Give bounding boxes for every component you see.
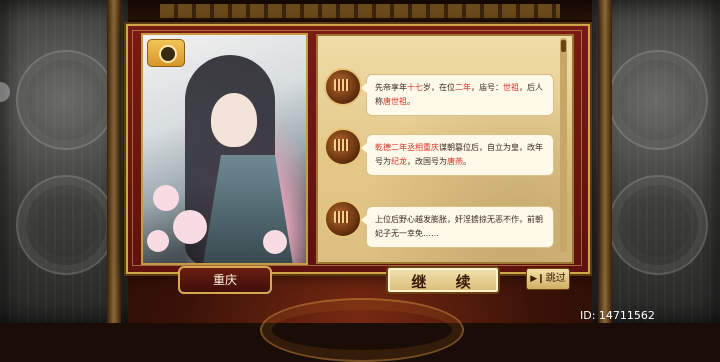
character-name-plate: 重庆 xyxy=(178,266,272,294)
highlighted-text: 十七 xyxy=(407,83,423,92)
top-ornament xyxy=(160,4,560,18)
fast-forward-icon: ▶❙ xyxy=(530,274,545,284)
dialogue-bubble: 上位后野心越发膨胀，奸淫掳掠无恶不作，前朝妃子无一幸免…… xyxy=(361,206,554,248)
camera-lens xyxy=(159,45,177,63)
player-id: ID: 14711562 xyxy=(580,309,655,322)
dialogue-text: ，改国号为 xyxy=(407,157,447,166)
dialogue-text: 。 xyxy=(407,97,415,106)
highlighted-text: 纪龙 xyxy=(391,157,407,166)
narrator-avatar-icon xyxy=(324,68,362,106)
blossom xyxy=(147,230,169,252)
highlighted-text: 乾德二年丞相重庆 xyxy=(375,143,439,152)
scrollbar-thumb[interactable] xyxy=(561,40,566,52)
character-portrait xyxy=(141,33,308,265)
pillar-trim xyxy=(598,0,612,323)
dialogue-bubble: 乾德二年丞相重庆谋朝篡位后，自立为皇，改年号为纪龙，改国号为唐燕。 xyxy=(361,134,554,176)
dragon-medallion xyxy=(16,50,116,150)
narrator-avatar-icon xyxy=(324,200,362,238)
floor-seal xyxy=(260,298,464,362)
dialogue-text: 。 xyxy=(463,157,471,166)
skip-label: 跳过 xyxy=(545,273,566,284)
dragon-medallion xyxy=(16,175,116,275)
dialogue-bubble: 先帝享年十七岁，在位二年，庙号：世祖，后人称唐世祖。 xyxy=(361,74,554,116)
camera-icon[interactable] xyxy=(147,39,185,67)
blossom xyxy=(153,185,179,211)
portrait-face xyxy=(211,93,257,147)
highlighted-text: 二年 xyxy=(455,83,471,92)
skip-button[interactable]: ▶❙跳过 xyxy=(526,268,570,290)
highlighted-text: 唐燕 xyxy=(447,157,463,166)
dialogue-text: 先帝享年 xyxy=(375,83,407,92)
scrollbar[interactable] xyxy=(560,38,567,252)
blossom xyxy=(263,230,287,254)
dialogue-text: 上位后野心越发膨胀，奸淫掳掠无恶不作，前朝妃子无一幸免…… xyxy=(375,215,543,238)
blossom xyxy=(173,210,207,244)
narrator-avatar-icon xyxy=(324,128,362,166)
highlighted-text: 唐世祖 xyxy=(383,97,407,106)
dragon-medallion xyxy=(608,175,708,275)
highlighted-text: 世祖 xyxy=(503,83,519,92)
dialogue-text: ，庙号： xyxy=(471,83,503,92)
dragon-medallion xyxy=(608,50,708,150)
continue-button[interactable]: 继 续 xyxy=(386,266,500,294)
dialogue-text: 岁，在位 xyxy=(423,83,455,92)
pillar-trim xyxy=(107,0,121,323)
